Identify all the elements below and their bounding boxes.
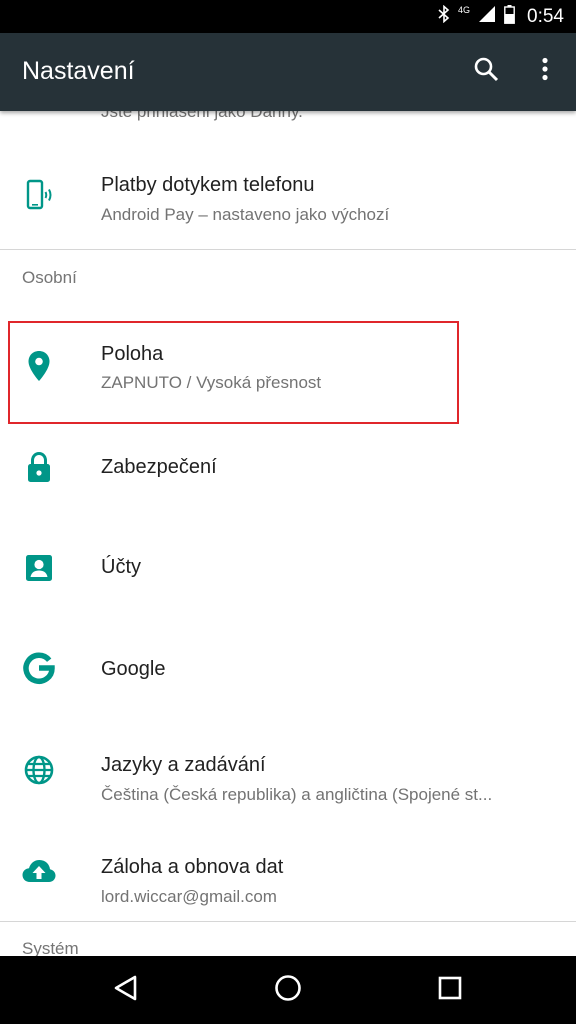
settings-item-security[interactable]: Zabezpečení xyxy=(0,421,576,521)
status-icons: 4G 0:54 xyxy=(438,0,564,33)
item-subtitle: Android Pay – nastaveno jako výchozí xyxy=(101,205,390,224)
section-header-system: Systém xyxy=(22,939,79,956)
item-subtitle: lord.wiccar@gmail.com xyxy=(101,887,277,906)
app-bar: Nastavení xyxy=(0,33,576,111)
item-subtitle: Čeština (Česká republika) a angličtina (… xyxy=(101,785,493,804)
cloud-upload-icon xyxy=(20,852,58,890)
item-title: Záloha a obnova dat xyxy=(101,856,284,878)
item-subtitle: ZAPNUTO / Vysoká přesnost xyxy=(101,373,322,392)
overflow-menu-button[interactable] xyxy=(525,51,565,91)
signal-icon xyxy=(478,5,496,28)
settings-item-location[interactable]: Poloha ZAPNUTO / Vysoká přesnost xyxy=(0,311,576,421)
recents-button[interactable] xyxy=(430,970,470,1010)
recents-icon xyxy=(438,976,462,1005)
lock-icon xyxy=(20,448,58,486)
settings-list[interactable]: Jste přihlášeni jako Danny. Platby dotyk… xyxy=(0,111,576,956)
item-title: Účty xyxy=(101,556,141,578)
location-pin-icon xyxy=(20,347,58,385)
battery-icon xyxy=(504,4,515,29)
network-type-label: 4G xyxy=(458,5,471,15)
settings-item-google[interactable]: Google xyxy=(0,621,576,721)
settings-item-languages[interactable]: Jazyky a zadávání Čeština (Česká republi… xyxy=(0,721,576,821)
search-button[interactable] xyxy=(466,51,506,91)
status-bar: 4G 0:54 xyxy=(0,0,576,33)
home-button[interactable] xyxy=(268,970,308,1010)
search-icon xyxy=(473,56,499,87)
item-title: Google xyxy=(101,658,166,680)
home-icon xyxy=(274,974,302,1007)
item-title: Zabezpečení xyxy=(101,456,217,478)
navigation-bar xyxy=(0,956,576,1024)
tap-pay-icon xyxy=(20,176,58,214)
account-status-text: Jste přihlášeni jako Danny. xyxy=(101,111,303,121)
page-title: Nastavení xyxy=(22,57,135,85)
item-title: Poloha xyxy=(101,343,164,365)
back-icon xyxy=(114,975,138,1006)
section-header-personal: Osobní xyxy=(22,268,77,287)
settings-item-accounts[interactable]: Účty xyxy=(0,521,576,621)
account-box-icon xyxy=(20,549,58,587)
section-divider xyxy=(0,921,576,922)
section-divider xyxy=(0,249,576,250)
globe-icon xyxy=(20,751,58,789)
settings-item-backup[interactable]: Záloha a obnova dat lord.wiccar@gmail.co… xyxy=(0,821,576,921)
more-vert-icon xyxy=(541,57,549,86)
google-g-icon xyxy=(20,649,58,687)
back-button[interactable] xyxy=(106,970,146,1010)
settings-item-tap-pay[interactable]: Platby dotykem telefonu Android Pay – na… xyxy=(0,141,576,249)
bluetooth-icon xyxy=(438,4,450,28)
status-time: 0:54 xyxy=(527,5,564,27)
item-title: Platby dotykem telefonu xyxy=(101,174,315,196)
item-title: Jazyky a zadávání xyxy=(101,754,266,776)
